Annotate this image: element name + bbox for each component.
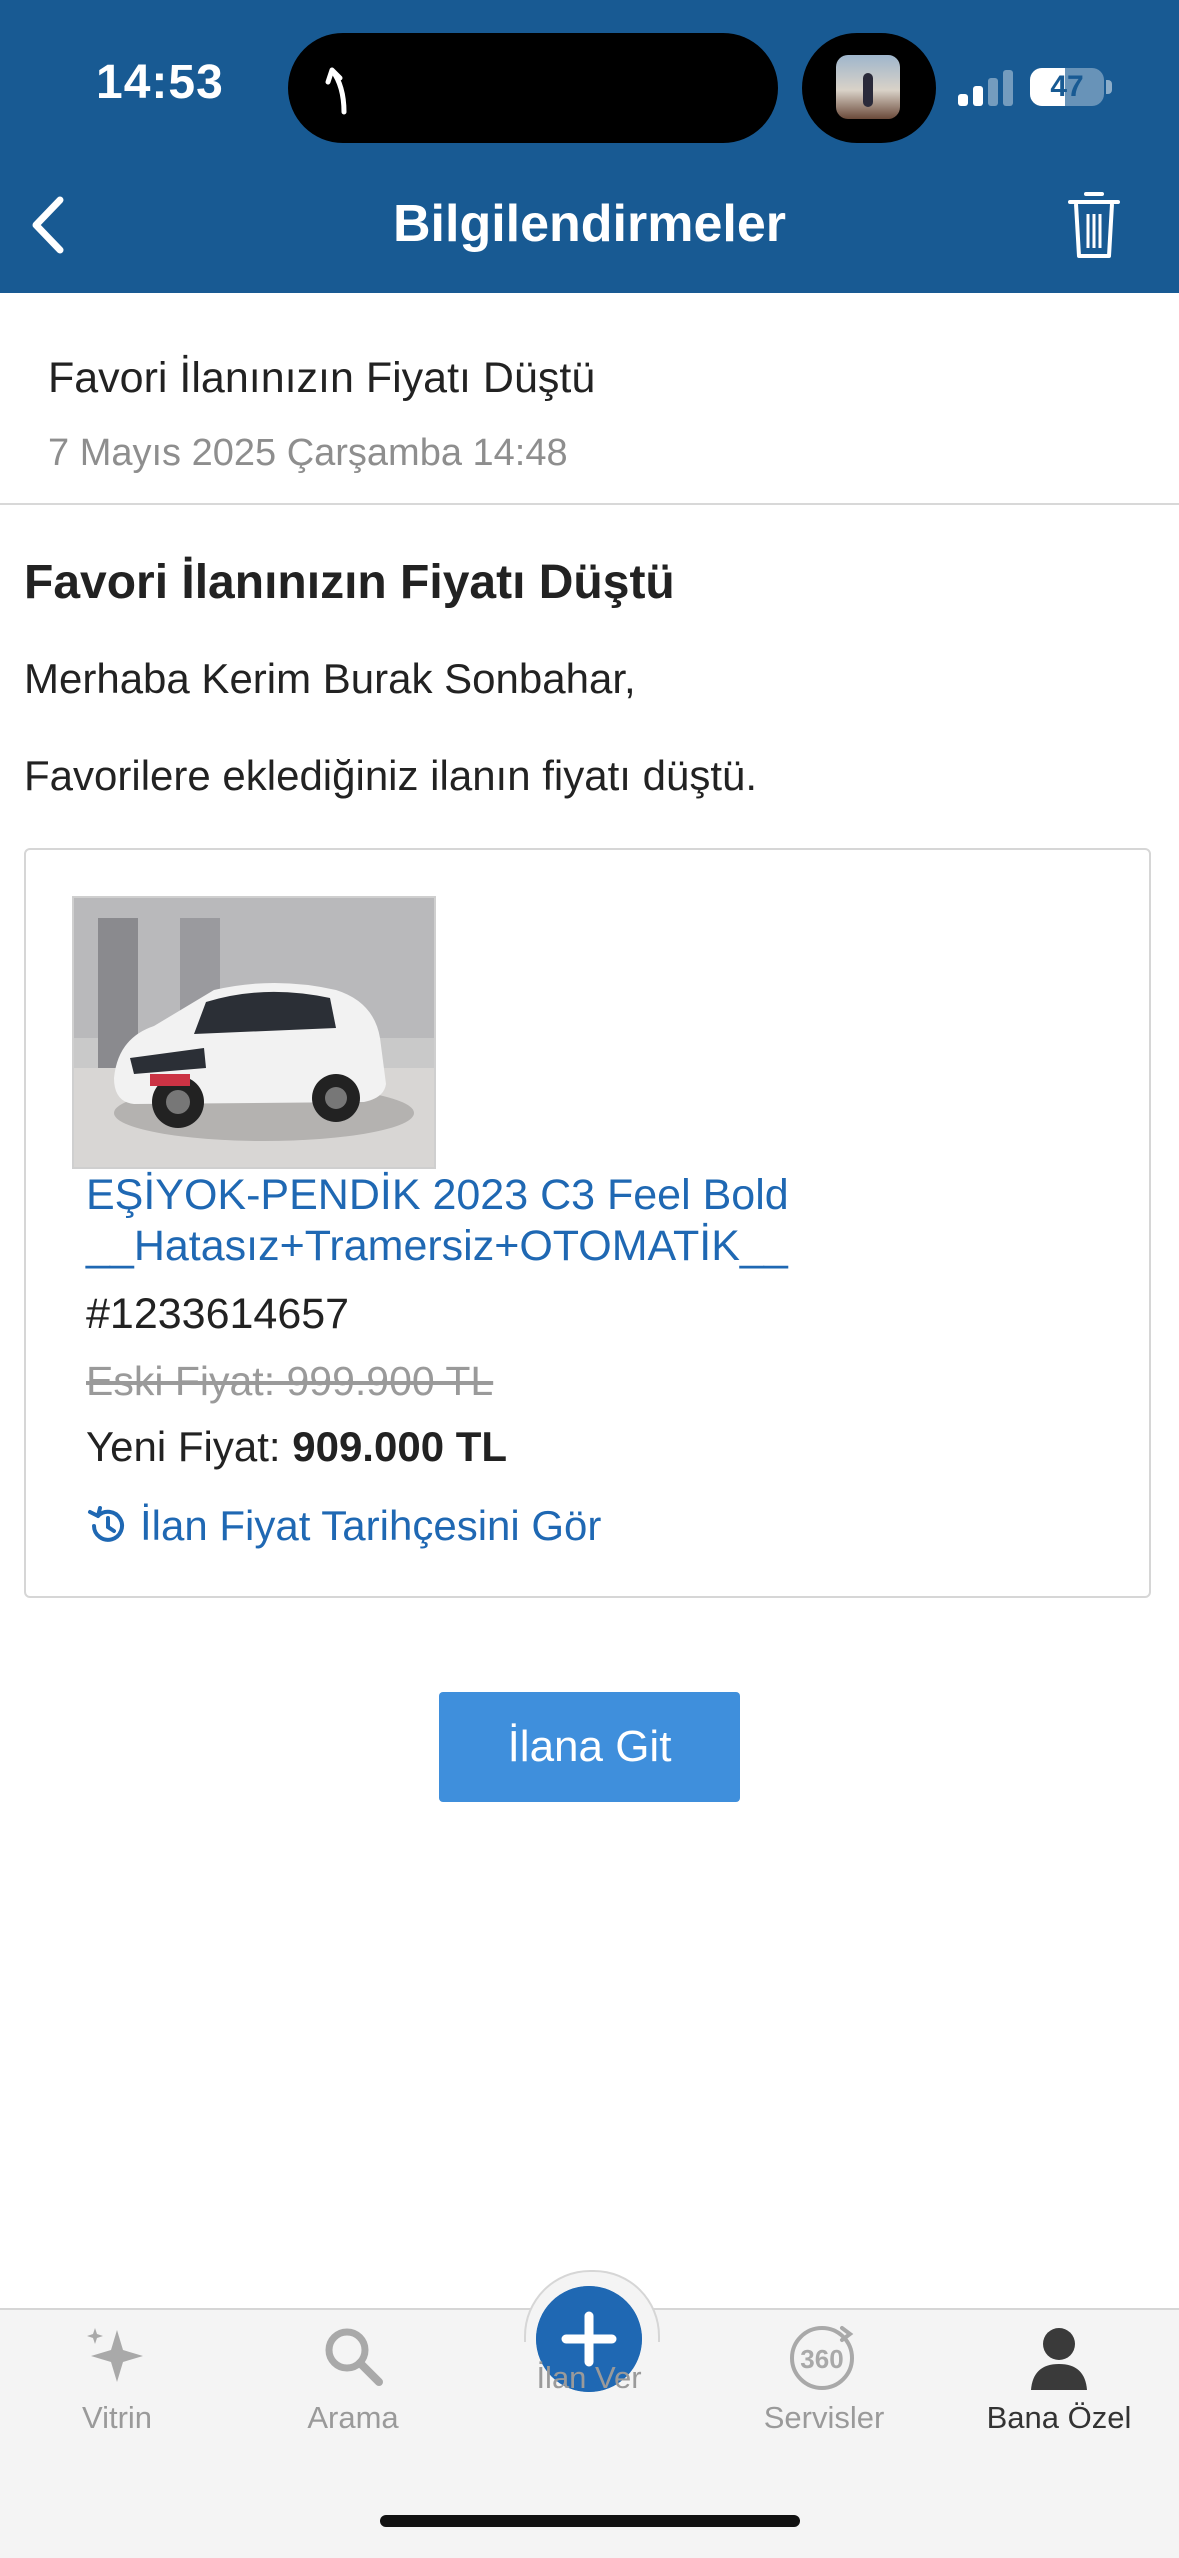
notification-date: 7 Mayıs 2025 Çarşamba 14:48 xyxy=(48,432,568,474)
svg-text:360: 360 xyxy=(800,2344,843,2374)
tab-arama[interactable]: Arama xyxy=(253,2320,453,2436)
price-history-link[interactable]: İlan Fiyat Tarihçesini Gör xyxy=(86,1502,601,1550)
old-price: Eski Fiyat: 999.900 TL xyxy=(86,1358,494,1404)
tab-bana-ozel-label: Bana Özel xyxy=(986,2400,1132,2435)
tab-servisler[interactable]: 360 Servisler xyxy=(724,2320,924,2436)
notification-title: Favori İlanınızın Fiyatı Düştü xyxy=(48,354,596,402)
greeting-text: Merhaba Kerim Burak Sonbahar, xyxy=(24,655,636,702)
listing-title-line2: __Hatasız+Tramersiz+OTOMATİK__ xyxy=(86,1222,788,1270)
divider xyxy=(0,503,1179,505)
listing-title-link[interactable]: EŞİYOK-PENDİK 2023 C3 Feel Bold __Hatası… xyxy=(86,1170,1086,1272)
signal-icon xyxy=(958,66,1014,106)
sparkle-icon xyxy=(87,2328,143,2382)
battery-level: 47 xyxy=(1050,70,1084,103)
new-price-label: Yeni Fiyat: xyxy=(86,1423,293,1470)
listing-id: #1233614657 xyxy=(86,1290,350,1338)
search-icon xyxy=(325,2328,383,2386)
new-price: Yeni Fiyat: 909.000 TL xyxy=(86,1423,507,1471)
tab-bana-ozel[interactable]: Bana Özel xyxy=(959,2320,1159,2436)
go-to-listing-button[interactable]: İlana Git xyxy=(439,1692,740,1802)
new-price-value: 909.000 TL xyxy=(292,1423,508,1470)
tab-ilan-ver-label[interactable]: İlan Ver xyxy=(489,2360,689,2396)
page-title: Bilgilendirmeler xyxy=(393,195,786,253)
tab-arama-label: Arama xyxy=(307,2400,399,2435)
tab-vitrin[interactable]: Vitrin xyxy=(17,2320,217,2436)
content-heading: Favori İlanınızın Fiyatı Düştü xyxy=(24,556,675,609)
listing-title-line1: EŞİYOK-PENDİK 2023 C3 Feel Bold xyxy=(86,1171,789,1219)
tab-vitrin-label: Vitrin xyxy=(81,2400,153,2435)
navigation-arrow-icon xyxy=(325,67,347,115)
battery-icon: 47 xyxy=(1030,68,1104,106)
home-indicator xyxy=(380,2515,800,2527)
album-art xyxy=(836,55,900,119)
message-text: Favorilere eklediğiniz ilanın fiyatı düş… xyxy=(24,752,758,799)
360-icon: 360 xyxy=(790,2326,854,2390)
status-time: 14:53 xyxy=(96,56,224,109)
listing-photo[interactable] xyxy=(72,896,436,1169)
person-icon xyxy=(1031,2328,1087,2390)
price-history-label: İlan Fiyat Tarihçesini Gör xyxy=(140,1502,602,1549)
trash-icon[interactable] xyxy=(1066,188,1122,262)
history-icon xyxy=(88,1506,124,1542)
tab-servisler-label: Servisler xyxy=(763,2400,885,2435)
